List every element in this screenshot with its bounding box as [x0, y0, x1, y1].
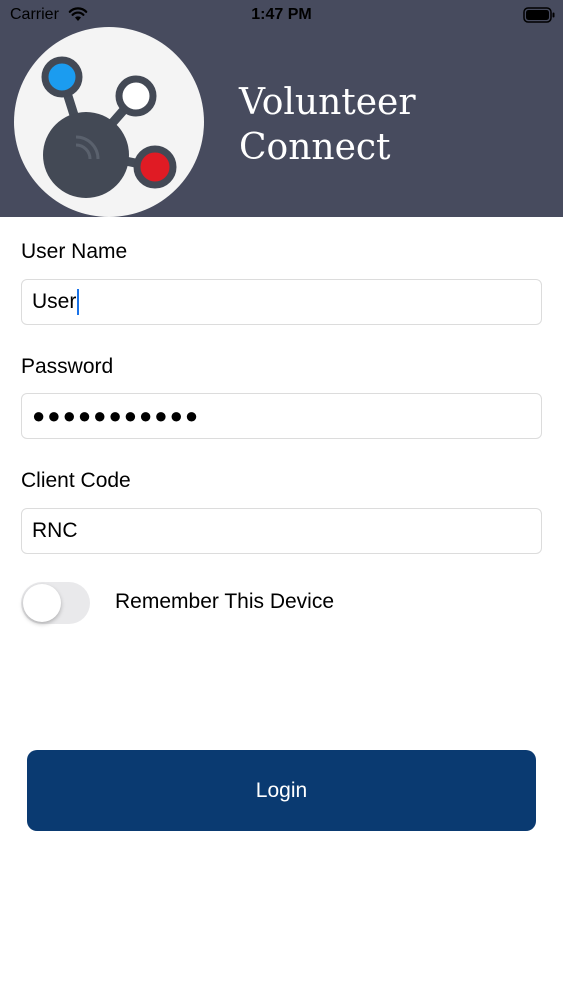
remember-device-label: Remember This Device: [115, 590, 335, 613]
username-input[interactable]: User: [21, 279, 542, 325]
battery-icon: [523, 7, 555, 23]
password-label: Password: [21, 355, 114, 378]
toggle-knob: [23, 584, 61, 622]
client-code-label: Client Code: [21, 469, 131, 492]
status-bar: Carrier 1:47 PM: [0, 0, 563, 30]
username-label: User Name: [21, 240, 128, 263]
login-button[interactable]: Login: [27, 750, 536, 831]
password-value: ●●●●●●●●●●●: [32, 403, 201, 428]
text-cursor: [77, 289, 80, 315]
app-logo: [14, 27, 204, 217]
password-input[interactable]: ●●●●●●●●●●●: [21, 393, 542, 439]
client-code-value: RNC: [32, 519, 78, 542]
header: Carrier 1:47 PM Volunteer Connect: [0, 0, 563, 217]
client-code-input[interactable]: RNC: [21, 508, 542, 554]
app-title-line2: Connect: [239, 127, 391, 168]
network-logo-icon: [41, 56, 177, 198]
app-title-line1: Volunteer: [239, 82, 416, 123]
remember-device-toggle[interactable]: [21, 582, 90, 624]
app-title: Volunteer Connect: [239, 80, 416, 170]
username-value: User: [32, 290, 77, 313]
status-time: 1:47 PM: [251, 6, 312, 23]
login-button-label: Login: [255, 778, 308, 802]
